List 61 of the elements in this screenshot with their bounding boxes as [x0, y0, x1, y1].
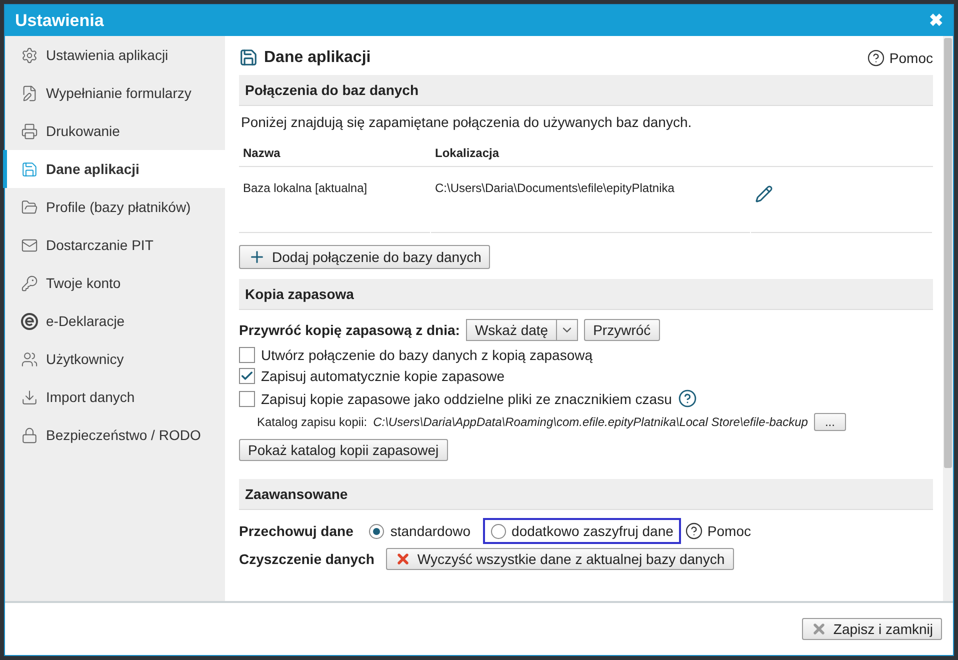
sidebar-item[interactable]: Profile (bazy płatników) [3, 188, 225, 226]
pencil-icon [755, 185, 773, 203]
section-heading: Kopia zapasowa [239, 279, 933, 310]
cross-icon [811, 621, 828, 637]
sidebar-item[interactable]: Wypełnianie formularzy [3, 74, 225, 112]
radio-option[interactable]: standardowo [361, 518, 479, 544]
scrollbar[interactable] [943, 36, 953, 601]
folder-icon [21, 198, 38, 216]
sidebar-item[interactable]: Bezpieczeństwo / RODO [3, 416, 225, 454]
store-label: Przechowuj dane [239, 523, 354, 539]
save-close-button[interactable]: Zapisz i zamknij [802, 618, 942, 640]
sidebar-item[interactable]: Dostarczanie PIT [3, 226, 225, 264]
radio-option[interactable]: dodatkowo zaszyfruj dane [482, 518, 682, 544]
checkbox-label: Utwórz połączenie do bazy danych z kopią zapasową [261, 347, 593, 363]
column-header: Lokalizacja [431, 140, 751, 167]
browse-button[interactable]: ... [814, 413, 846, 431]
table-cell: Baza lokalna [aktualna] [239, 167, 430, 233]
window-title: Ustawienia [15, 10, 104, 30]
page-title: Dane aplikacji [239, 48, 371, 67]
circle-icon [21, 312, 38, 330]
sidebar-item[interactable]: Import danych [3, 378, 225, 416]
printer-icon [21, 122, 38, 140]
sidebar-item[interactable]: Drukowanie [3, 112, 225, 150]
checkbox-label: Zapisuj kopie zapasowe jako oddzielne pliki ze znacznikiem czasu [261, 390, 672, 406]
section-heading: Zaawansowane [239, 479, 933, 510]
document-pen-icon [21, 84, 38, 102]
checkbox[interactable] [239, 347, 255, 363]
plus-icon [248, 248, 266, 266]
help-icon [867, 48, 886, 66]
help-icon[interactable] [678, 389, 697, 408]
table-cell: C:\Users\Daria\Documents\efile\epityPlatnika [431, 167, 750, 233]
restore-button[interactable]: Przywróć [584, 319, 660, 341]
sidebar-item[interactable]: Ustawienia aplikacji [3, 36, 225, 74]
add-connection-button[interactable]: Dodaj połączenie do bazy danych [239, 245, 490, 269]
date-dropdown[interactable]: Wskaż datę [466, 319, 578, 341]
section-description: Poniżej znajdują się zapamiętane połączenia do używanych baz danych. [241, 114, 693, 130]
sidebar-item[interactable]: Twoje konto [3, 264, 225, 302]
checkbox[interactable] [239, 390, 255, 406]
help-icon [685, 522, 704, 540]
show-catalog-button[interactable]: Pokaż katalog kopii zapasowej [239, 439, 448, 461]
column-header: Nazwa [239, 140, 431, 167]
lock-icon [21, 426, 38, 444]
cross-icon [395, 551, 412, 567]
catalog-label: Katalog zapisu kopii: [257, 415, 368, 429]
checkbox-label: Zapisuj automatycznie kopie zapasowe [261, 368, 505, 384]
catalog-path: C:\Users\Daria\AppData\Roaming\com.efile.epityPlatnika\Local Store\efile-backup [373, 415, 808, 429]
gear-icon [21, 46, 38, 64]
sidebar-item[interactable]: Dane aplikacji [3, 150, 225, 188]
clear-data-button[interactable]: Wyczyść wszystkie dane z aktualnej bazy danych [386, 548, 734, 570]
sidebar-item[interactable]: e-Deklaracje [3, 302, 225, 340]
envelope-icon [21, 236, 38, 254]
clear-label: Czyszczenie danych [239, 551, 374, 567]
download-icon [21, 388, 38, 406]
restore-label: Przywróć kopię zapasową z dnia: [239, 322, 460, 338]
sidebar-item[interactable]: Użytkownicy [3, 340, 225, 378]
help-link[interactable]: Pomoc [685, 522, 751, 540]
section-heading: Połączenia do baz danych [239, 75, 933, 106]
key-icon [21, 274, 38, 292]
people-icon [21, 350, 38, 368]
checkbox[interactable] [239, 368, 255, 384]
help-link[interactable]: Pomoc [867, 48, 933, 66]
